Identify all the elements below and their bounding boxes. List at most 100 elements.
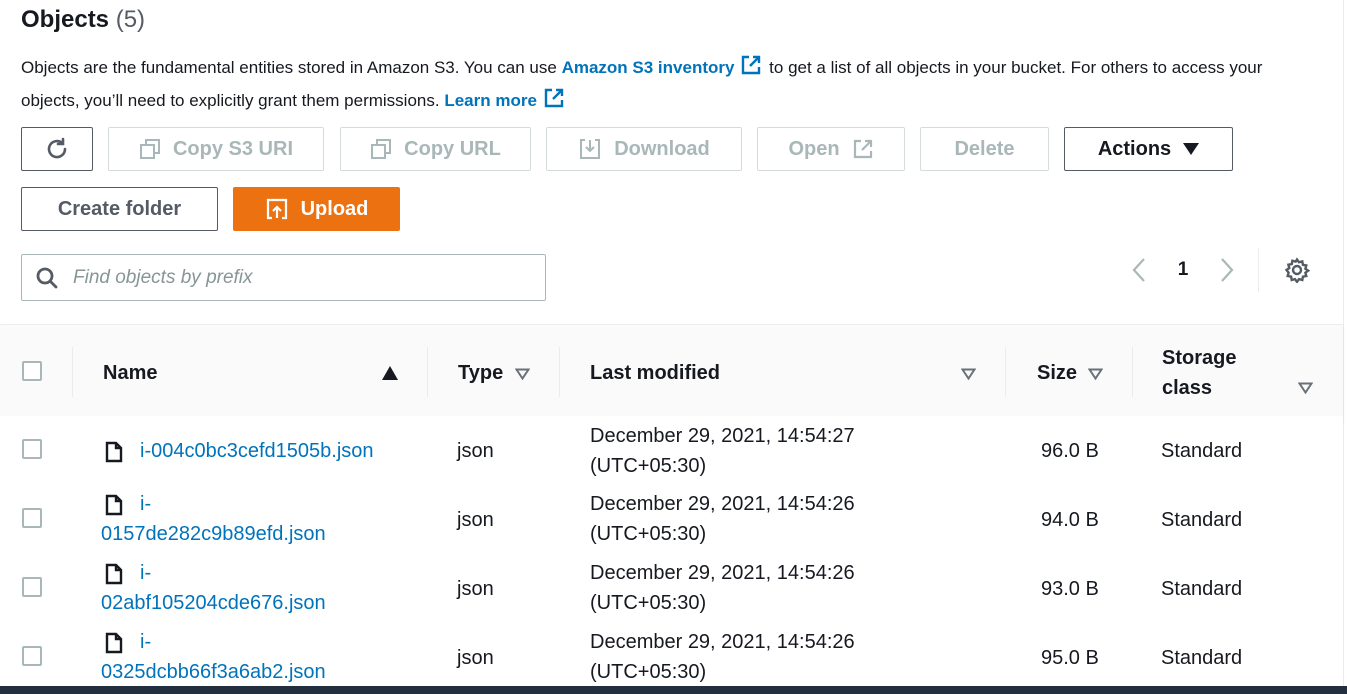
- last-modified-date: December 29, 2021, 14:54:26: [590, 631, 855, 653]
- sort-icon[interactable]: [1297, 381, 1314, 399]
- row-checkbox[interactable]: [22, 439, 42, 459]
- delete-button[interactable]: Delete: [920, 127, 1049, 171]
- copy-s3-uri-label: Copy S3 URI: [172, 137, 294, 160]
- open-label: Open: [788, 137, 840, 160]
- last-modified-cell: December 29, 2021, 14:54:27 (UTC+05:30): [590, 421, 855, 481]
- open-button[interactable]: Open: [757, 127, 905, 171]
- search-icon: [35, 266, 59, 290]
- table-row[interactable]: i- 0157de282c9b89efd.json json December …: [0, 485, 1343, 555]
- column-header-storage-class-line1: Storage: [1162, 347, 1237, 369]
- sort-icon[interactable]: [960, 367, 977, 385]
- object-name-cell: i-004c0bc3cefd1505b.json: [140, 436, 374, 466]
- sort-ascending-icon[interactable]: [382, 366, 398, 385]
- row-checkbox[interactable]: [22, 577, 42, 597]
- column-header-type[interactable]: Type: [458, 325, 503, 421]
- type-cell: json: [457, 509, 494, 531]
- actions-label: Actions: [1097, 137, 1172, 160]
- row-checkbox[interactable]: [22, 508, 42, 528]
- pager-divider: [1258, 248, 1259, 292]
- column-header-size[interactable]: Size: [1037, 325, 1077, 421]
- table-row[interactable]: i- 0325dcbb66f3a6ab2.json json December …: [0, 623, 1343, 692]
- column-divider: [1005, 347, 1006, 397]
- object-name-cell: i- 02abf105204cde676.json: [101, 558, 401, 618]
- description: Objects are the fundamental entities sto…: [21, 53, 1291, 119]
- copy-url-button[interactable]: Copy URL: [340, 127, 531, 171]
- copy-url-label: Copy URL: [404, 137, 501, 160]
- refresh-icon: [44, 136, 70, 162]
- object-name-link-continued[interactable]: 0157de282c9b89efd.json: [101, 519, 401, 549]
- column-header-storage-class[interactable]: Storage class: [1162, 325, 1236, 421]
- last-modified-cell: December 29, 2021, 14:54:26 (UTC+05:30): [590, 558, 855, 618]
- download-label: Download: [614, 137, 710, 160]
- file-icon: [105, 441, 123, 468]
- column-header-name[interactable]: Name: [103, 325, 157, 421]
- caret-down-icon: [1183, 143, 1200, 155]
- upload-label: Upload: [300, 197, 369, 220]
- upload-button[interactable]: Upload: [233, 187, 400, 231]
- table-header: Name Type Last modified Size Storage cla…: [0, 324, 1343, 422]
- copy-icon: [370, 138, 392, 160]
- column-header-last-modified[interactable]: Last modified: [590, 325, 720, 421]
- page-title-text: Objects: [21, 6, 110, 33]
- column-header-type-label: Type: [458, 361, 504, 384]
- storage-class-cell: Standard: [1161, 578, 1243, 600]
- pagination: 1: [1125, 255, 1241, 285]
- last-modified-timezone: (UTC+05:30): [590, 455, 707, 477]
- column-header-name-label: Name: [103, 361, 158, 384]
- copy-icon: [139, 138, 161, 160]
- column-header-size-label: Size: [1037, 361, 1078, 384]
- object-name-link[interactable]: i-: [101, 558, 401, 588]
- external-link-icon: [852, 138, 874, 160]
- search-box[interactable]: [21, 254, 546, 301]
- object-name-link-continued[interactable]: 02abf105204cde676.json: [101, 588, 401, 618]
- object-count: (5): [115, 6, 146, 33]
- last-modified-cell: December 29, 2021, 14:54:26 (UTC+05:30): [590, 489, 855, 549]
- chevron-left-icon[interactable]: [1125, 255, 1153, 285]
- storage-class-cell: Standard: [1161, 440, 1243, 462]
- external-link-icon[interactable]: [740, 54, 762, 86]
- create-folder-label: Create folder: [57, 197, 182, 220]
- last-modified-timezone: (UTC+05:30): [590, 523, 707, 545]
- table-row[interactable]: i- 02abf105204cde676.json json December …: [0, 554, 1343, 624]
- object-name-link[interactable]: i-: [101, 489, 401, 519]
- size-cell: 96.0 B: [1041, 440, 1099, 462]
- copy-s3-uri-button[interactable]: Copy S3 URI: [108, 127, 324, 171]
- last-modified-timezone: (UTC+05:30): [590, 592, 707, 614]
- column-divider: [559, 347, 560, 397]
- gear-icon[interactable]: [1282, 255, 1312, 285]
- column-divider: [427, 347, 428, 397]
- row-checkbox[interactable]: [22, 646, 42, 666]
- object-name-cell: i- 0325dcbb66f3a6ab2.json: [101, 627, 401, 687]
- column-divider: [1132, 347, 1133, 397]
- current-page[interactable]: 1: [1153, 259, 1213, 281]
- object-name-cell: i- 0157de282c9b89efd.json: [101, 489, 401, 549]
- sort-icon[interactable]: [1087, 367, 1104, 385]
- download-icon: [578, 137, 602, 161]
- size-cell: 95.0 B: [1041, 647, 1099, 669]
- inventory-link[interactable]: Amazon S3 inventory: [562, 58, 735, 77]
- bottom-bar: [0, 686, 1347, 694]
- storage-class-cell: Standard: [1161, 509, 1243, 531]
- object-name-link[interactable]: i-004c0bc3cefd1505b.json: [140, 440, 374, 462]
- object-name-link[interactable]: i-: [101, 627, 401, 657]
- upload-icon: [265, 197, 289, 221]
- objects-panel: Objects (5) Objects are the fundamental …: [0, 0, 1344, 694]
- external-link-icon[interactable]: [543, 87, 565, 119]
- type-cell: json: [457, 647, 494, 669]
- last-modified-timezone: (UTC+05:30): [590, 661, 707, 683]
- learn-more-link[interactable]: Learn more: [444, 91, 537, 110]
- last-modified-cell: December 29, 2021, 14:54:26 (UTC+05:30): [590, 627, 855, 687]
- chevron-right-icon[interactable]: [1213, 255, 1241, 285]
- select-all-checkbox[interactable]: [22, 361, 42, 381]
- sort-icon[interactable]: [514, 367, 531, 385]
- create-folder-button[interactable]: Create folder: [21, 187, 218, 231]
- refresh-button[interactable]: [21, 127, 93, 171]
- actions-dropdown[interactable]: Actions: [1064, 127, 1233, 171]
- object-name-link-continued[interactable]: 0325dcbb66f3a6ab2.json: [101, 657, 401, 687]
- search-input[interactable]: [71, 265, 535, 290]
- column-header-last-modified-label: Last modified: [590, 361, 721, 384]
- download-button[interactable]: Download: [546, 127, 742, 171]
- page-title: Objects (5): [21, 6, 145, 34]
- table-row[interactable]: i-004c0bc3cefd1505b.json json December 2…: [0, 416, 1343, 486]
- column-divider: [72, 347, 73, 397]
